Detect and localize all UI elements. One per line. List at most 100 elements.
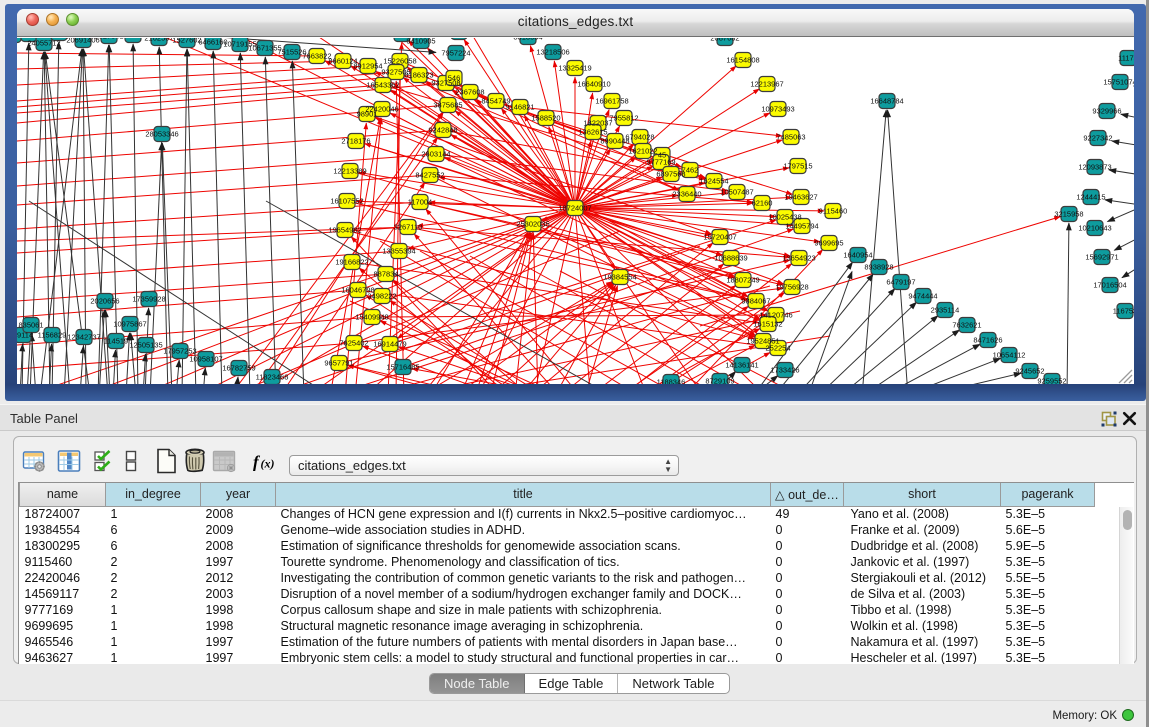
svg-text:10688639: 10688639: [714, 254, 747, 263]
svg-text:15409948: 15409948: [355, 313, 388, 322]
svg-text:3498222: 3498222: [367, 292, 396, 301]
svg-text:98901: 98901: [357, 110, 378, 119]
svg-text:16640910: 16640910: [577, 80, 610, 89]
svg-text:16648784: 16648784: [870, 97, 903, 106]
svg-text:7625402: 7625402: [339, 339, 368, 348]
svg-text:1527602: 1527602: [172, 38, 201, 45]
svg-text:1588520: 1588520: [531, 114, 560, 123]
svg-text:15751074: 15751074: [1103, 78, 1134, 87]
svg-text:1621022: 1621022: [628, 147, 657, 156]
svg-text:19166822: 19166822: [335, 258, 368, 267]
svg-text:(x): (x): [261, 457, 275, 471]
svg-text:13355394: 13355394: [382, 247, 415, 256]
svg-text:3267110: 3267110: [394, 223, 423, 232]
svg-text:9699695: 9699695: [814, 239, 843, 248]
svg-text:9410905: 9410905: [406, 38, 435, 46]
svg-text:7462: 7462: [682, 166, 699, 175]
svg-text:8912954: 8912954: [353, 62, 382, 71]
svg-text:8813054: 8813054: [513, 38, 542, 42]
svg-text:1733426: 1733426: [770, 366, 799, 375]
svg-text:9884067: 9884067: [741, 297, 770, 306]
svg-text:835061: 835061: [18, 321, 43, 330]
svg-text:19384554: 19384554: [603, 273, 636, 282]
svg-text:16782759: 16782759: [222, 364, 255, 373]
svg-text:2336440: 2336440: [672, 190, 701, 199]
svg-text:14495794: 14495794: [785, 222, 818, 231]
svg-text:17359928: 17359928: [132, 295, 165, 304]
svg-text:9146821: 9146821: [505, 103, 534, 112]
svg-text:1615132: 1615132: [753, 320, 782, 329]
svg-text:117004: 117004: [408, 198, 432, 207]
svg-text:2087682: 2087682: [710, 38, 739, 43]
svg-text:13654923: 13654923: [782, 254, 815, 263]
svg-text:3215958: 3215958: [1054, 210, 1083, 219]
svg-text:14136141: 14136141: [725, 361, 758, 370]
svg-text:9777169: 9777169: [646, 158, 675, 167]
svg-text:10025438: 10025438: [768, 213, 801, 222]
svg-text:15720407: 15720407: [703, 233, 736, 242]
svg-text:10507487: 10507487: [720, 188, 753, 197]
svg-text:9474444: 9474444: [908, 292, 937, 301]
svg-text:7955812: 7955812: [609, 114, 638, 123]
svg-text:18724007: 18724007: [558, 204, 591, 213]
svg-text:1362615: 1362615: [578, 128, 607, 137]
svg-text:1797515: 1797515: [783, 162, 812, 171]
svg-text:2935114: 2935114: [931, 306, 960, 315]
svg-text:2718176: 2718176: [341, 137, 370, 146]
svg-text:25302035: 25302035: [516, 220, 549, 229]
svg-text:18807249: 18807249: [726, 276, 759, 285]
svg-text:16961758: 16961758: [595, 97, 628, 106]
svg-text:2020656: 2020656: [90, 297, 119, 306]
svg-text:12213389: 12213389: [333, 167, 366, 176]
svg-text:1624554: 1624554: [699, 177, 728, 186]
svg-text:1640954: 1640954: [843, 251, 872, 260]
svg-text:10973493: 10973493: [761, 105, 794, 114]
svg-text:9242848: 9242848: [428, 126, 457, 135]
svg-text:7957224: 7957224: [441, 49, 470, 58]
svg-text:24055712: 24055712: [27, 39, 60, 48]
svg-text:12093873: 12093873: [1078, 163, 1111, 172]
svg-text:14120746: 14120746: [759, 311, 792, 320]
svg-text:15692971: 15692971: [1085, 253, 1118, 262]
svg-text:546: 546: [448, 74, 461, 83]
svg-text:2603144: 2603144: [421, 150, 450, 159]
svg-text:15226058: 15226058: [383, 57, 416, 66]
svg-text:7485063: 7485063: [776, 133, 805, 142]
svg-text:11823468: 11823468: [256, 373, 289, 382]
svg-text:8729109: 8729109: [705, 377, 734, 385]
svg-text:8427552: 8427552: [415, 171, 444, 180]
svg-text:1188346: 1188346: [657, 378, 686, 385]
svg-text:16914479: 16914479: [373, 340, 406, 349]
svg-text:1822037: 1822037: [583, 119, 612, 128]
svg-text:12342737: 12342737: [67, 333, 100, 342]
svg-text:19463627: 19463627: [784, 193, 817, 202]
svg-text:12213967: 12213967: [750, 80, 783, 89]
svg-text:62160: 62160: [752, 199, 773, 208]
svg-text:11174: 11174: [1118, 54, 1134, 63]
svg-text:10210643: 10210643: [1078, 224, 1111, 233]
svg-text:1054098: 1054098: [118, 38, 147, 40]
svg-text:7632621: 7632621: [952, 321, 981, 330]
svg-text:16107552: 16107552: [330, 197, 363, 206]
svg-text:19756928: 19756928: [775, 283, 808, 292]
svg-text:39114: 39114: [17, 331, 33, 340]
svg-text:1156829: 1156829: [38, 331, 67, 340]
svg-text:887834: 887834: [373, 270, 398, 279]
svg-text:10958107: 10958107: [189, 355, 222, 364]
svg-text:9227342: 9227342: [1083, 134, 1112, 143]
svg-text:9115460: 9115460: [819, 207, 848, 216]
svg-text:9245652: 9245652: [1015, 367, 1044, 376]
svg-text:8186323: 8186323: [404, 71, 433, 80]
svg-text:116753: 116753: [1113, 307, 1134, 316]
svg-text:3875685: 3875685: [433, 101, 462, 110]
svg-text:15716485: 15716485: [386, 363, 419, 372]
svg-text:114519: 114519: [104, 337, 128, 346]
svg-text:1244415: 1244415: [1076, 193, 1105, 202]
svg-text:16543362: 16543362: [366, 81, 399, 90]
svg-text:9329966: 9329966: [1092, 107, 1121, 116]
svg-text:13325419: 13325419: [558, 64, 591, 73]
svg-text:6794028: 6794028: [625, 133, 654, 142]
svg-text:19654982: 19654982: [328, 226, 361, 235]
svg-text:12505135: 12505135: [129, 341, 162, 350]
svg-text:17016504: 17016504: [1093, 281, 1126, 290]
